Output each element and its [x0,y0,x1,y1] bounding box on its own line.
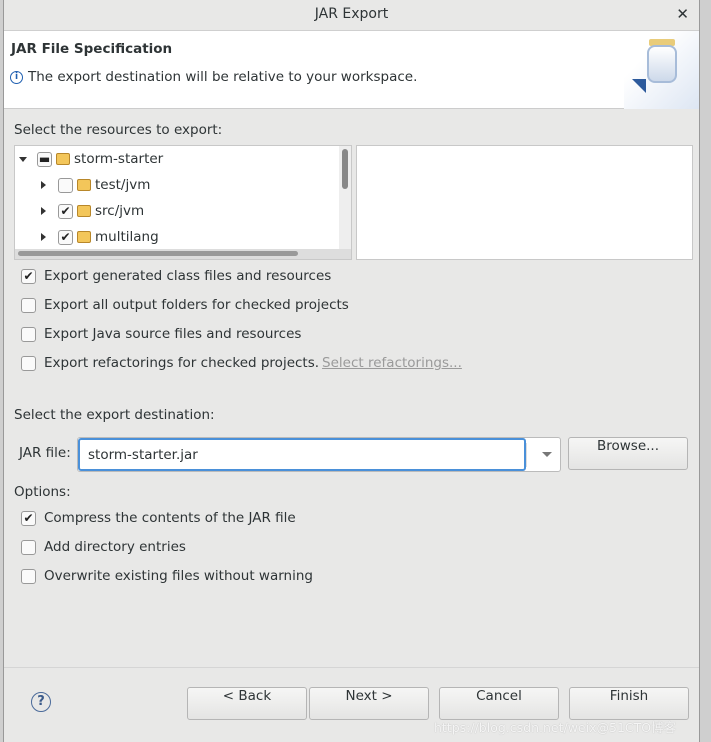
options-label: Options: [14,484,71,500]
back-button[interactable]: < Back [187,687,307,720]
export-java-source-checkbox[interactable]: Export Java source files and resources [21,326,301,342]
resource-file-list[interactable] [356,145,693,260]
expand-icon[interactable] [41,207,46,215]
checkbox-label: Export Java source files and resources [44,326,302,342]
package-folder-icon [77,231,91,243]
tree-item-label: storm-starter [74,151,164,167]
overwrite-checkbox[interactable]: Overwrite existing files without warning [21,568,313,584]
jar-export-dialog: JAR Export ✕ JAR File Specification i Th… [3,0,700,742]
checkbox-label: Overwrite existing files without warning [44,568,313,584]
export-output-folders-checkbox[interactable]: Export all output folders for checked pr… [21,297,349,313]
package-folder-icon [77,205,91,217]
browse-button[interactable]: Browse... [568,437,688,470]
title-bar: JAR Export ✕ [4,0,699,31]
info-icon: i [10,70,23,84]
chevron-down-icon[interactable] [542,452,552,457]
destination-label: Select the export destination: [14,407,215,423]
tree-item-storm-starter[interactable]: ▬ storm-starter [19,148,163,170]
divider [4,667,699,668]
checkbox-label: Export all output folders for checked pr… [44,297,349,313]
tree-item-test-jvm[interactable]: test/jvm [41,174,150,196]
add-directory-entries-checkbox[interactable]: Add directory entries [21,539,186,555]
export-refactorings-checkbox[interactable]: Export refactorings for checked projects… [21,355,462,371]
finish-button[interactable]: Finish [569,687,689,720]
project-icon [56,153,70,165]
partial-checkbox[interactable]: ▬ [37,151,52,167]
info-message: i The export destination will be relativ… [10,69,417,85]
checkbox[interactable] [58,177,73,193]
select-refactorings-link[interactable]: Select refactorings... [322,355,462,371]
wizard-banner: JAR File Specification i The export dest… [4,31,699,109]
export-class-files-checkbox[interactable]: ✔ Export generated class files and resour… [21,268,331,284]
tree-item-src-jvm[interactable]: ✔ src/jvm [41,200,144,222]
checkbox-label: Export refactorings for checked projects… [44,355,320,371]
resources-label: Select the resources to export: [14,122,223,138]
watermark: https://blog.csdn.net/weix@51CTO博客 [434,720,677,735]
help-icon[interactable]: ? [31,692,51,712]
package-folder-icon [77,179,91,191]
info-text: The export destination will be relative … [28,69,418,85]
compress-checkbox[interactable]: ✔ Compress the contents of the JAR file [21,510,296,526]
checkbox-label: Export generated class files and resourc… [44,268,332,284]
close-icon[interactable]: ✕ [676,0,689,29]
jar-file-label: JAR file: [19,445,71,461]
cancel-button[interactable]: Cancel [439,687,559,720]
jar-file-combo[interactable] [77,437,561,472]
tree-item-label: src/jvm [95,203,145,219]
resource-tree[interactable]: ▬ storm-starter test/jvm ✔ src/jvm ✔ mul… [14,145,352,260]
next-button[interactable]: Next > [309,687,429,720]
jar-icon [624,31,699,109]
jar-file-input[interactable] [78,438,526,471]
expand-icon[interactable] [41,181,46,189]
tree-item-label: multilang [95,229,159,245]
expand-icon[interactable] [41,233,46,241]
tree-item-label: test/jvm [95,177,151,193]
horizontal-scrollbar[interactable] [15,249,351,259]
vertical-scrollbar[interactable] [339,146,351,259]
page-title: JAR File Specification [11,41,173,57]
tree-item-multilang[interactable]: ✔ multilang [41,226,159,248]
checkbox-label: Add directory entries [44,539,186,555]
checkbox[interactable]: ✔ [58,229,73,245]
window-title: JAR Export [314,6,389,22]
checkbox-label: Compress the contents of the JAR file [44,510,296,526]
checkbox[interactable]: ✔ [58,203,73,219]
collapse-icon[interactable] [19,156,27,162]
